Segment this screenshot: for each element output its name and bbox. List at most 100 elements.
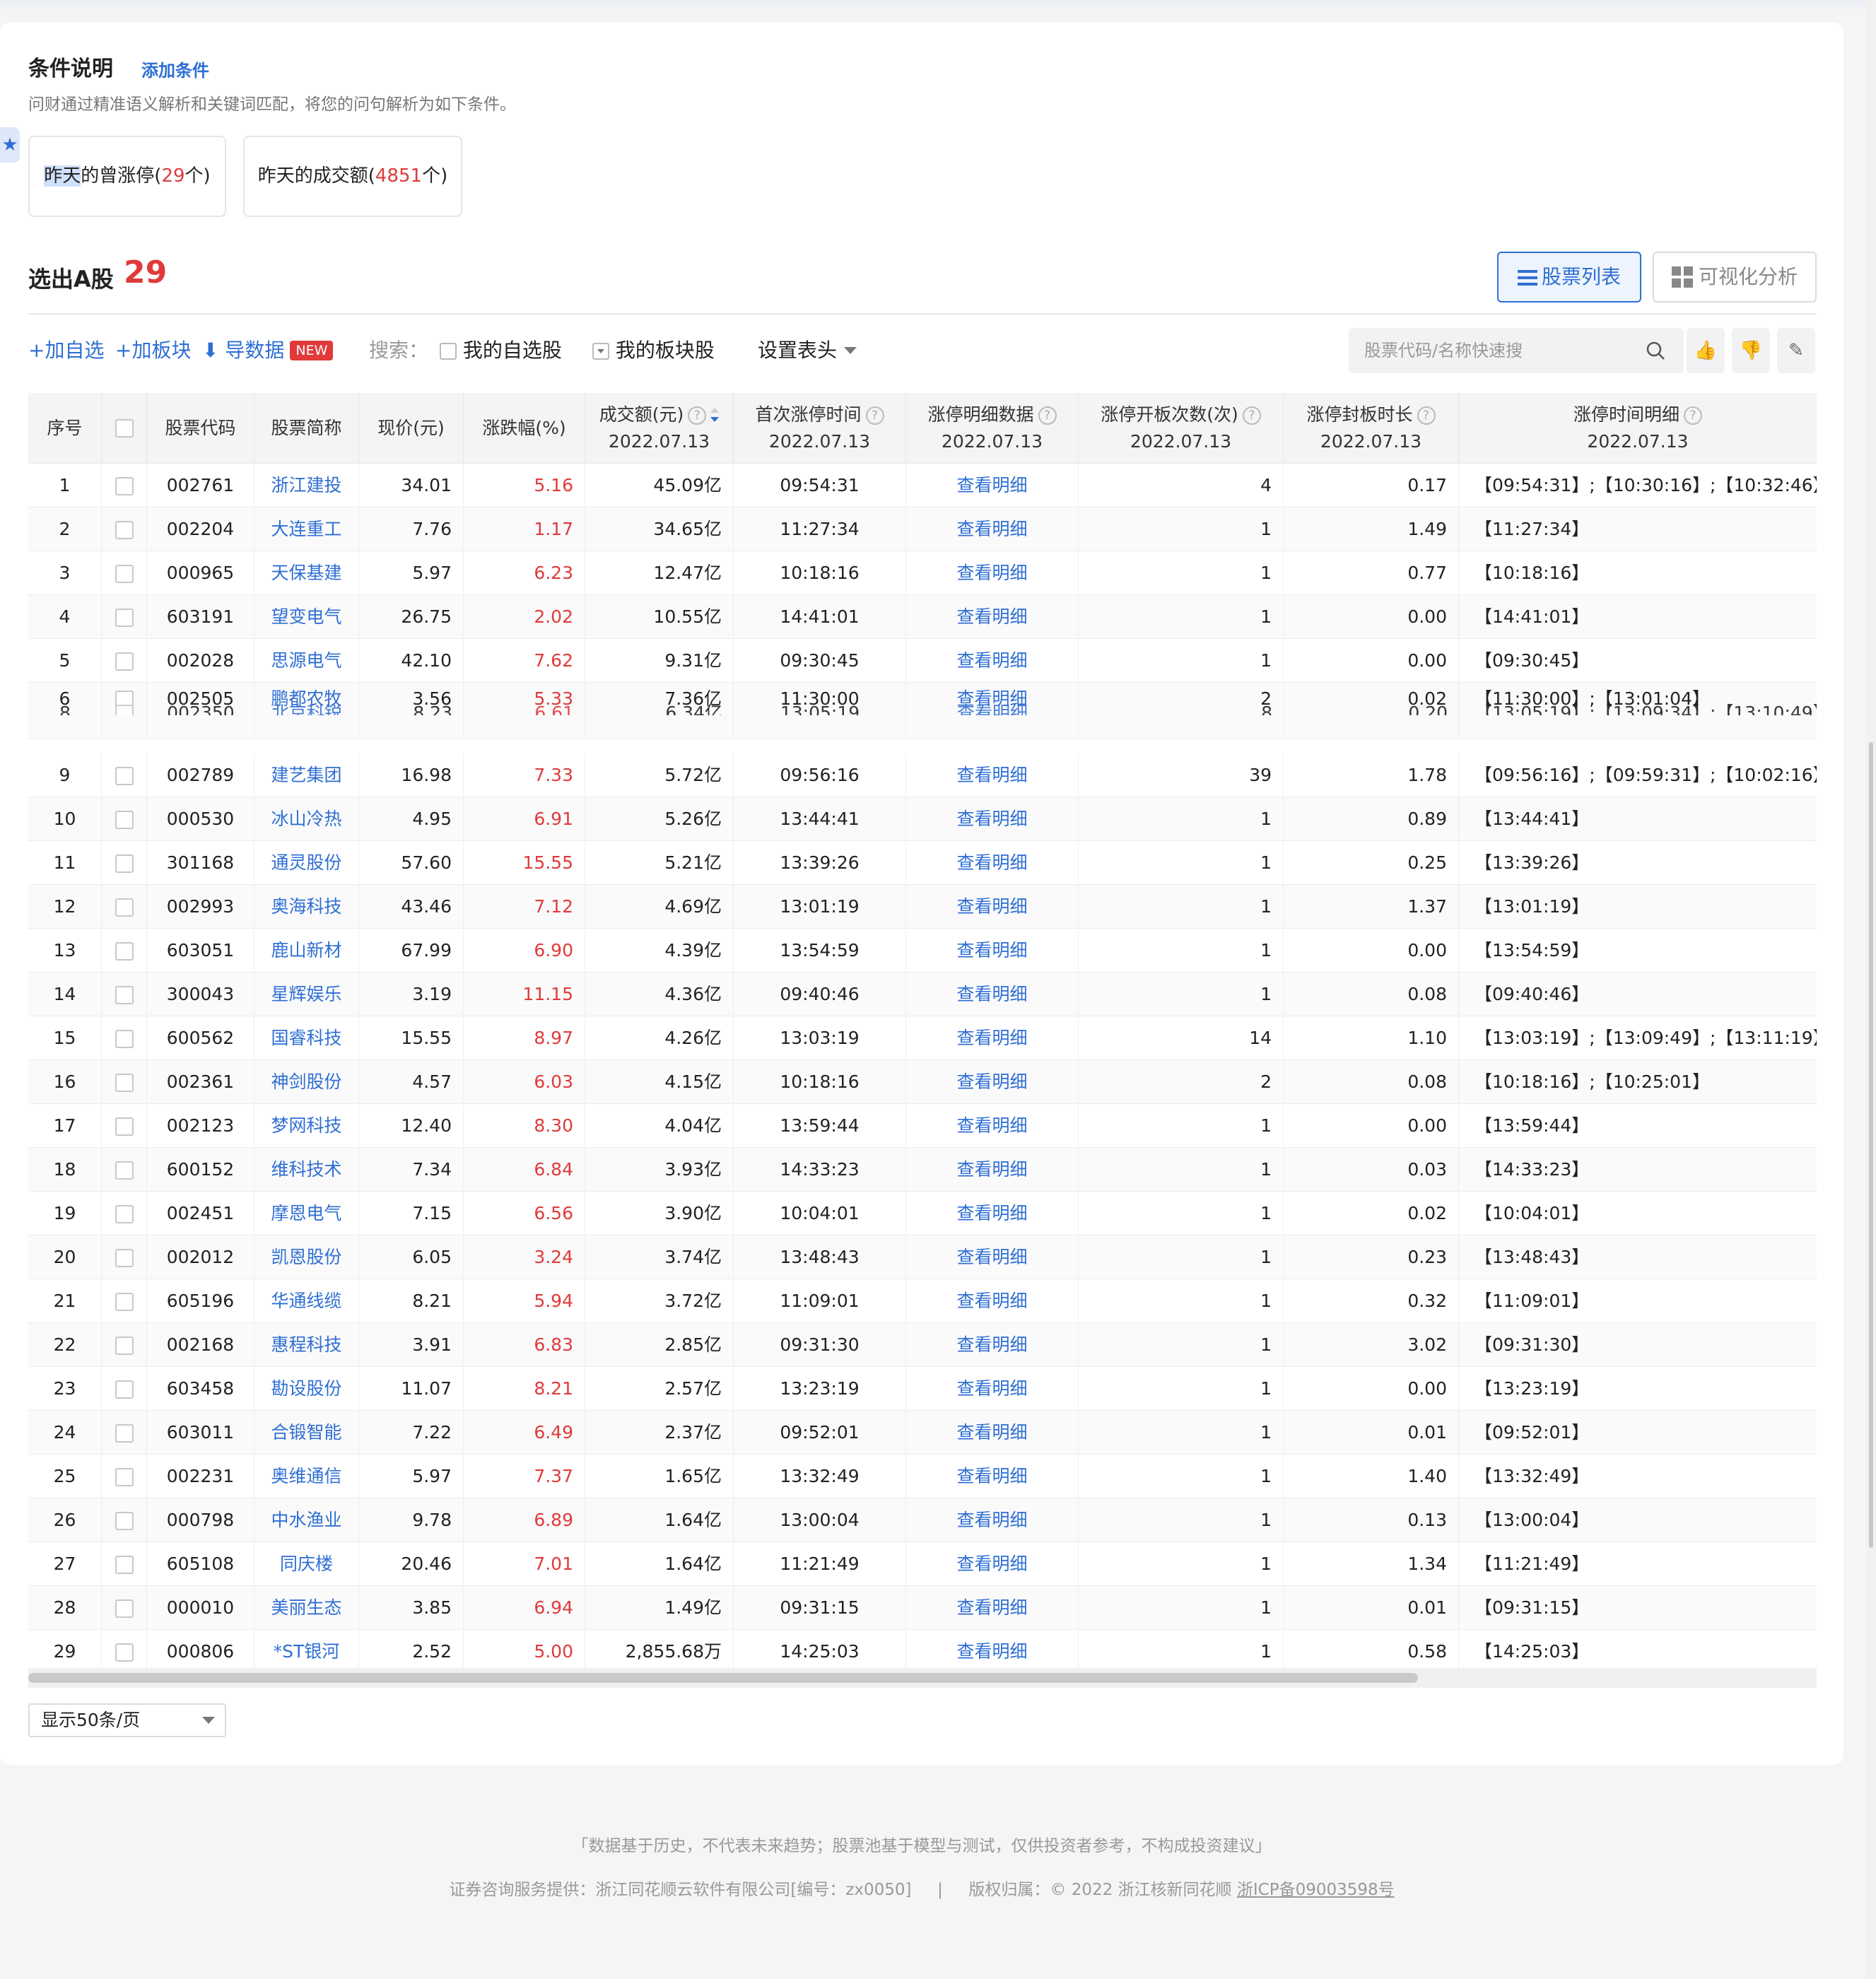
view-detail-link[interactable]: 查看明细: [956, 475, 1027, 495]
cell-name-value[interactable]: 美丽生态: [271, 1597, 341, 1618]
cell-name-value[interactable]: 神剑股份: [271, 1071, 341, 1092]
cell-detail[interactable]: 查看明细: [906, 1104, 1079, 1148]
add-block-button[interactable]: +加板块: [115, 336, 191, 365]
cell-select[interactable]: [102, 973, 147, 1016]
cell-select[interactable]: [102, 797, 147, 841]
cell-name[interactable]: 天保基建: [254, 551, 359, 595]
cell-select[interactable]: [102, 1411, 147, 1455]
feedback-button[interactable]: ✎: [1777, 328, 1815, 373]
header-name[interactable]: 股票简称: [254, 393, 359, 464]
row-checkbox[interactable]: [115, 1161, 134, 1180]
view-detail-link[interactable]: 查看明细: [956, 1203, 1027, 1223]
row-checkbox[interactable]: [115, 1249, 134, 1267]
cell-select[interactable]: [102, 1367, 147, 1411]
set-header-dropdown[interactable]: 设置表头: [758, 336, 857, 365]
table-row[interactable]: 9 002789 建艺集团 16.98 7.33 5.72亿 09:56:16 查看明细 39 1…: [28, 753, 1817, 797]
select-all-checkbox[interactable]: [115, 419, 134, 438]
table-row[interactable]: 25 002231 奥维通信 5.97 7.37 1.65亿 13:32:49 查看明细 1 1.…: [28, 1455, 1817, 1498]
view-detail-link[interactable]: 查看明细: [956, 765, 1027, 785]
cell-name-value[interactable]: 鹿山新材: [271, 940, 341, 961]
cell-select[interactable]: [102, 639, 147, 683]
cell-name-value[interactable]: 国睿科技: [271, 1028, 341, 1048]
help-icon[interactable]: ?: [688, 406, 707, 425]
view-detail-link[interactable]: 查看明细: [956, 1291, 1027, 1311]
cell-detail[interactable]: 查看明细: [906, 797, 1079, 841]
table-row[interactable]: 4 603191 望变电气 26.75 2.02 10.55亿 14:41:01 查看明细 1 0…: [28, 595, 1817, 639]
table-row[interactable]: 19 002451 摩恩电气 7.15 6.56 3.90亿 10:04:01 查看明细 1 0.…: [28, 1192, 1817, 1235]
cell-detail[interactable]: 查看明细: [906, 1148, 1079, 1192]
visual-analysis-button[interactable]: 可视化分析: [1653, 252, 1817, 303]
view-detail-link[interactable]: 查看明细: [956, 1597, 1027, 1618]
table-row[interactable]: 18 600152 维科技术 7.34 6.84 3.93亿 14:33:23 查看明细 1 0.…: [28, 1148, 1817, 1192]
cell-select[interactable]: [102, 1016, 147, 1060]
row-checkbox[interactable]: [115, 1599, 134, 1618]
cell-name-value[interactable]: 浙江建投: [271, 475, 341, 495]
export-data-button[interactable]: ⬇ 导数据 NEW: [202, 336, 334, 365]
cell-name[interactable]: 勘设股份: [254, 1367, 359, 1411]
cell-select[interactable]: [102, 1455, 147, 1498]
table-row[interactable]: 14 300043 星辉娱乐 3.19 11.15 4.36亿 09:40:46 查看明细 1 0…: [28, 973, 1817, 1016]
row-checkbox[interactable]: [115, 855, 134, 873]
table-row[interactable]: 22 002168 惠程科技 3.91 6.83 2.85亿 09:31:30 查看明细 1 3.…: [28, 1323, 1817, 1367]
view-detail-link[interactable]: 查看明细: [956, 1159, 1027, 1180]
header-code[interactable]: 股票代码: [147, 393, 254, 464]
view-detail-link[interactable]: 查看明细: [956, 1510, 1027, 1530]
cell-name[interactable]: 合锻智能: [254, 1411, 359, 1455]
table-row[interactable]: 20 002012 凯恩股份 6.05 3.24 3.74亿 13:48:43 查看明细 1 0.…: [28, 1235, 1817, 1279]
help-icon[interactable]: ?: [1417, 406, 1436, 425]
view-detail-link[interactable]: 查看明细: [956, 940, 1027, 961]
cell-name[interactable]: 建艺集团: [254, 753, 359, 797]
view-detail-link[interactable]: 查看明细: [956, 1247, 1027, 1267]
cell-select[interactable]: [102, 1498, 147, 1542]
view-detail-link[interactable]: 查看明细: [956, 650, 1027, 671]
cell-name-value[interactable]: 大连重工: [271, 519, 341, 539]
cell-select[interactable]: [102, 885, 147, 929]
cell-detail[interactable]: 查看明细: [906, 929, 1079, 973]
cell-select[interactable]: [102, 1148, 147, 1192]
row-checkbox[interactable]: [115, 1556, 134, 1574]
cell-select[interactable]: [102, 841, 147, 885]
checkbox-dropdown[interactable]: [592, 343, 609, 360]
cell-name[interactable]: 中水渔业: [254, 1498, 359, 1542]
cell-name[interactable]: 神剑股份: [254, 1060, 359, 1104]
add-condition-link[interactable]: 添加条件: [141, 57, 209, 81]
cell-detail[interactable]: 查看明细: [906, 1235, 1079, 1279]
cell-name-value[interactable]: 华通线缆: [271, 1291, 341, 1311]
row-checkbox[interactable]: [115, 1293, 134, 1311]
view-detail-link[interactable]: 查看明细: [956, 1334, 1027, 1355]
my-blocks-filter[interactable]: 我的板块股: [592, 336, 715, 365]
table-row[interactable]: 28 000010 美丽生态 3.85 6.94 1.49亿 09:31:15 查看明细 1 0.…: [28, 1586, 1817, 1630]
help-icon[interactable]: ?: [1684, 406, 1702, 425]
table-row[interactable]: 29 000806 *ST银河 2.52 5.00 2,855.68万 14:25:03 查看…: [28, 1630, 1817, 1674]
cell-detail[interactable]: 查看明细: [906, 1542, 1079, 1586]
table-row[interactable]: 12 002993 奥海科技 43.46 7.12 4.69亿 13:01:19 查看明细 1 1…: [28, 885, 1817, 929]
cell-name-value[interactable]: 摩恩电气: [271, 1203, 341, 1223]
cell-detail[interactable]: 查看明细: [906, 1323, 1079, 1367]
view-detail-link[interactable]: 查看明细: [956, 1115, 1027, 1136]
cell-name[interactable]: 梦网科技: [254, 1104, 359, 1148]
table-row[interactable]: 21 605196 华通线缆 8.21 5.94 3.72亿 11:09:01 查看明细 1 0.…: [28, 1279, 1817, 1323]
table-row[interactable]: 11 301168 通灵股份 57.60 15.55 5.21亿 13:39:26 查看明细 1…: [28, 841, 1817, 885]
cell-name-value[interactable]: 惠程科技: [271, 1334, 341, 1355]
header-amount[interactable]: 成交额(元)? 2022.07.13: [585, 393, 734, 464]
sort-icon[interactable]: [710, 408, 720, 422]
cell-name[interactable]: 摩恩电气: [254, 1192, 359, 1235]
header-change[interactable]: 涨跌幅(%): [464, 393, 585, 464]
cell-detail[interactable]: 查看明细: [906, 753, 1079, 797]
header-open-count[interactable]: 涨停开板次数(次)? 2022.07.13: [1079, 393, 1284, 464]
cell-name-value[interactable]: 天保基建: [271, 563, 341, 583]
view-detail-link[interactable]: 查看明细: [956, 563, 1027, 583]
view-detail-link[interactable]: 查看明细: [956, 1466, 1027, 1486]
cell-name[interactable]: 星辉娱乐: [254, 973, 359, 1016]
view-detail-link[interactable]: 查看明细: [956, 1554, 1027, 1574]
cell-select[interactable]: [102, 1104, 147, 1148]
cell-select[interactable]: [102, 464, 147, 507]
row-checkbox[interactable]: [115, 652, 134, 671]
cell-detail[interactable]: 查看明细: [906, 1367, 1079, 1411]
view-detail-link[interactable]: 查看明细: [956, 809, 1027, 829]
cell-detail[interactable]: 查看明细: [906, 1586, 1079, 1630]
search-icon[interactable]: [1646, 341, 1665, 360]
cell-name[interactable]: 大连重工: [254, 507, 359, 551]
cell-detail[interactable]: 查看明细: [906, 639, 1079, 683]
table-row[interactable]: 10 000530 冰山冷热 4.95 6.91 5.26亿 13:44:41 查看明细 1 0.…: [28, 797, 1817, 841]
